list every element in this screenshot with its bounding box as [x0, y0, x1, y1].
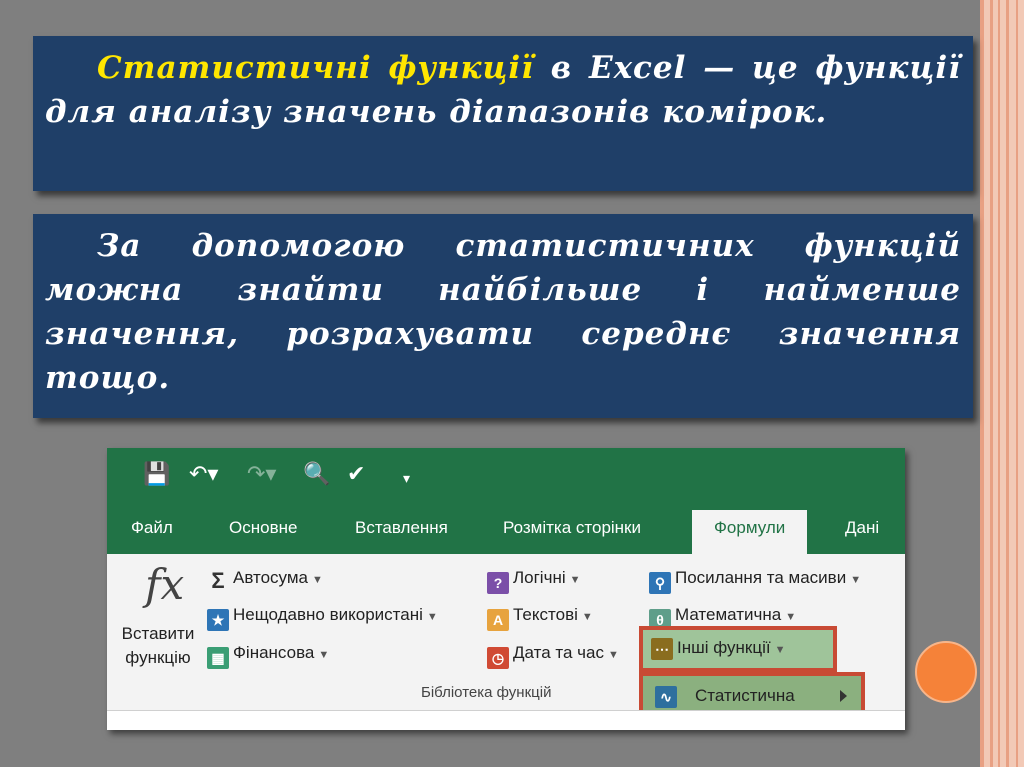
sigma-icon: Σ: [211, 568, 225, 593]
star-icon: ★: [207, 609, 229, 631]
undo-icon[interactable]: ↶▾: [189, 462, 218, 486]
chevron-down-icon: ▼: [774, 644, 786, 656]
function-library-group-label: Бібліотека функцій: [421, 684, 552, 701]
chevron-down-icon: ▼: [850, 574, 862, 586]
tab-data[interactable]: Дані: [845, 518, 879, 538]
more-functions-button[interactable]: ⋯ Інші функції ▼: [639, 626, 837, 672]
chevron-down-icon: ▼: [569, 574, 581, 586]
financial-button[interactable]: ▦ Фінансова ▼: [207, 643, 329, 669]
excel-ribbon-screenshot: 💾 ↶▾ ↷▾ 🔍 ✔ ▾ Файл Основне Вставлення Ро…: [107, 448, 905, 730]
chevron-down-icon: ▼: [785, 611, 797, 623]
redo-icon[interactable]: ↷▾: [247, 462, 276, 486]
definition-text-box: Статистичні функції в Excel — це функції…: [33, 36, 973, 191]
chevron-down-icon: ▼: [607, 649, 619, 661]
chevron-down-icon: ▼: [318, 649, 330, 661]
insert-function-button[interactable]: Вставити функцію: [113, 622, 203, 670]
quick-access-toolbar: 💾 ↶▾ ↷▾ 🔍 ✔ ▾: [107, 448, 905, 504]
tab-insert[interactable]: Вставлення: [355, 518, 448, 538]
ribbon-tabs: Файл Основне Вставлення Розмітка сторінк…: [107, 504, 905, 554]
chevron-down-icon: ▼: [426, 611, 438, 623]
insert-function-label-line2: функцію: [125, 648, 191, 667]
usage-text-box: За допомогою статистичних функцій можна …: [33, 214, 973, 418]
decorative-stripes: [980, 0, 1024, 767]
print-preview-icon[interactable]: 🔍: [303, 462, 330, 486]
more-functions-icon: ⋯: [651, 638, 673, 660]
formula-bar-edge: [107, 710, 905, 730]
date-time-button[interactable]: ◷ Дата та час ▼: [487, 643, 619, 669]
autosum-button[interactable]: Σ Автосума ▼: [207, 568, 323, 592]
customize-toolbar-icon[interactable]: ▾: [403, 466, 410, 490]
insert-function-icon[interactable]: fx: [145, 560, 184, 609]
lookup-reference-button[interactable]: ⚲ Посилання та масиви ▼: [649, 568, 861, 594]
magnifier-icon: ⚲: [649, 572, 671, 594]
spelling-check-icon[interactable]: ✔: [347, 462, 365, 486]
tab-file[interactable]: Файл: [131, 518, 173, 538]
financial-icon: ▦: [207, 647, 229, 669]
logical-button[interactable]: ? Логічні ▼: [487, 568, 581, 594]
chevron-down-icon: ▼: [581, 611, 593, 623]
usage-paragraph: За допомогою статистичних функцій можна …: [45, 228, 961, 396]
clock-icon: ◷: [487, 647, 509, 669]
save-icon[interactable]: 💾: [143, 462, 170, 486]
insert-function-label-line1: Вставити: [121, 624, 195, 643]
chart-icon: ∿: [655, 686, 677, 708]
recently-used-button[interactable]: ★ Нещодавно використані ▼: [207, 605, 438, 631]
definition-paragraph: Статистичні функції в Excel — це функції…: [45, 46, 961, 134]
highlighted-term: Статистичні функції: [97, 50, 534, 86]
question-icon: ?: [487, 572, 509, 594]
decorative-circle: [915, 641, 977, 703]
text-icon: A: [487, 609, 509, 631]
chevron-down-icon: ▼: [312, 574, 323, 586]
submenu-arrow-icon: [840, 690, 847, 702]
tab-formulas[interactable]: Формули: [692, 510, 808, 554]
tab-page-layout[interactable]: Розмітка сторінки: [503, 518, 641, 538]
text-button[interactable]: A Текстові ▼: [487, 605, 593, 631]
tab-home[interactable]: Основне: [229, 518, 297, 538]
